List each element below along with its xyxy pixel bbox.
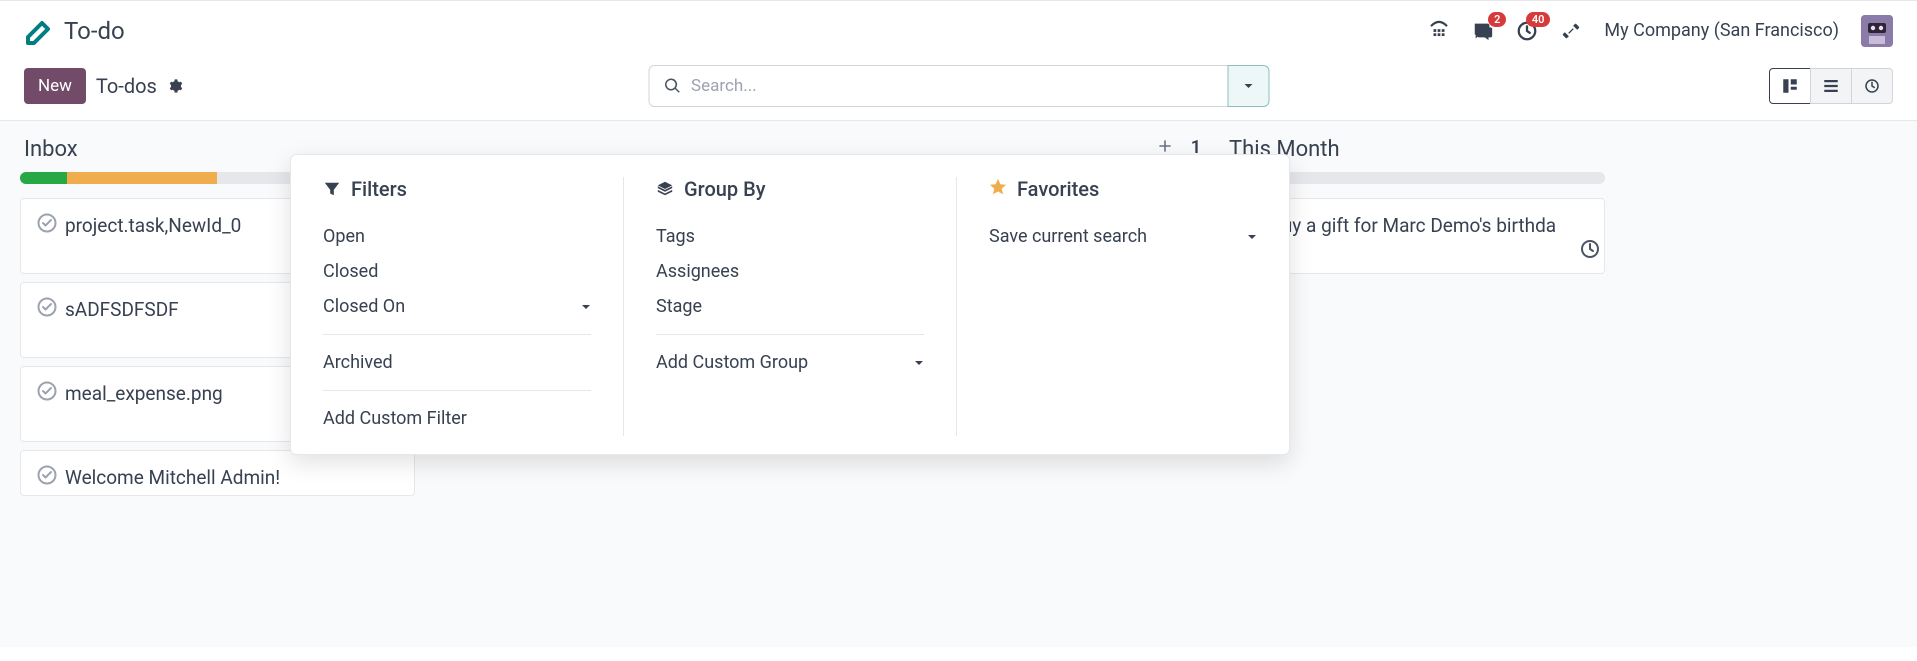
company-selector[interactable]: My Company (San Francisco) bbox=[1604, 20, 1839, 41]
messages-icon[interactable]: 2 bbox=[1472, 20, 1494, 42]
filter-closed-on[interactable]: Closed On bbox=[323, 289, 591, 324]
column-title: Inbox bbox=[24, 137, 78, 162]
funnel-icon bbox=[323, 180, 341, 198]
gear-icon[interactable] bbox=[167, 78, 183, 94]
view-switcher bbox=[1769, 68, 1893, 104]
chevron-down-icon bbox=[581, 296, 591, 317]
card-title: Welcome Mitchell Admin! bbox=[65, 466, 280, 489]
app-logo-icon[interactable] bbox=[24, 17, 52, 45]
favorites-column: Favorites Save current search bbox=[956, 177, 1289, 436]
top-header: To-do 2 40 My Company (San Francisco) bbox=[0, 0, 1917, 60]
messages-badge: 2 bbox=[1488, 12, 1506, 27]
favorites-save-search[interactable]: Save current search bbox=[989, 219, 1257, 254]
search-input[interactable] bbox=[691, 76, 1213, 96]
activities-badge: 40 bbox=[1526, 12, 1551, 27]
favorites-heading: Favorites bbox=[989, 177, 1257, 201]
chevron-down-icon bbox=[1247, 226, 1257, 247]
control-panel: New To-dos bbox=[0, 60, 1917, 120]
breadcrumb: To-dos bbox=[96, 74, 157, 98]
filter-archived[interactable]: Archived bbox=[323, 345, 591, 380]
filters-heading: Filters bbox=[323, 177, 591, 201]
header-left: To-do bbox=[24, 17, 125, 45]
filter-closed[interactable]: Closed bbox=[323, 254, 591, 289]
search-icon bbox=[663, 77, 681, 95]
chevron-down-icon bbox=[914, 352, 924, 373]
card-title: project.task,NewId_0 bbox=[65, 214, 241, 237]
layers-icon bbox=[656, 180, 674, 198]
view-activity-button[interactable] bbox=[1851, 68, 1893, 104]
card-title: sADFSDFSDF bbox=[65, 298, 179, 321]
star-icon bbox=[989, 177, 1007, 201]
avatar[interactable] bbox=[1861, 15, 1893, 47]
filter-add-custom[interactable]: Add Custom Filter bbox=[323, 401, 591, 436]
view-kanban-button[interactable] bbox=[1769, 68, 1811, 104]
groupby-tags[interactable]: Tags bbox=[656, 219, 924, 254]
checkmark-icon[interactable] bbox=[37, 465, 57, 489]
filters-column: Filters Open Closed Closed On Archived A… bbox=[291, 177, 623, 436]
filter-open[interactable]: Open bbox=[323, 219, 591, 254]
activities-icon[interactable]: 40 bbox=[1516, 20, 1538, 42]
checkmark-icon[interactable] bbox=[37, 381, 57, 405]
kanban-card[interactable]: Welcome Mitchell Admin! bbox=[20, 450, 415, 496]
new-button[interactable]: New bbox=[24, 68, 86, 104]
checkmark-icon[interactable] bbox=[37, 297, 57, 321]
phone-icon[interactable] bbox=[1428, 20, 1450, 42]
header-right: 2 40 My Company (San Francisco) bbox=[1428, 15, 1893, 47]
card-title: Buy a gift for Marc Demo's birthda bbox=[1270, 214, 1556, 237]
search-dropdown-panel: Filters Open Closed Closed On Archived A… bbox=[290, 154, 1290, 455]
groupby-heading: Group By bbox=[656, 177, 924, 201]
view-list-button[interactable] bbox=[1810, 68, 1852, 104]
debug-icon[interactable] bbox=[1560, 20, 1582, 42]
search-wrap bbox=[648, 65, 1269, 107]
groupby-add-custom[interactable]: Add Custom Group bbox=[656, 345, 924, 380]
clock-icon[interactable] bbox=[1580, 239, 1600, 263]
groupby-stage[interactable]: Stage bbox=[656, 289, 924, 324]
app-title: To-do bbox=[64, 17, 125, 45]
groupby-assignees[interactable]: Assignees bbox=[656, 254, 924, 289]
card-title: meal_expense.png bbox=[65, 382, 223, 405]
search-dropdown-toggle[interactable] bbox=[1227, 65, 1269, 107]
checkmark-icon[interactable] bbox=[37, 213, 57, 237]
groupby-column: Group By Tags Assignees Stage Add Custom… bbox=[623, 177, 956, 436]
search-box[interactable] bbox=[648, 65, 1228, 107]
